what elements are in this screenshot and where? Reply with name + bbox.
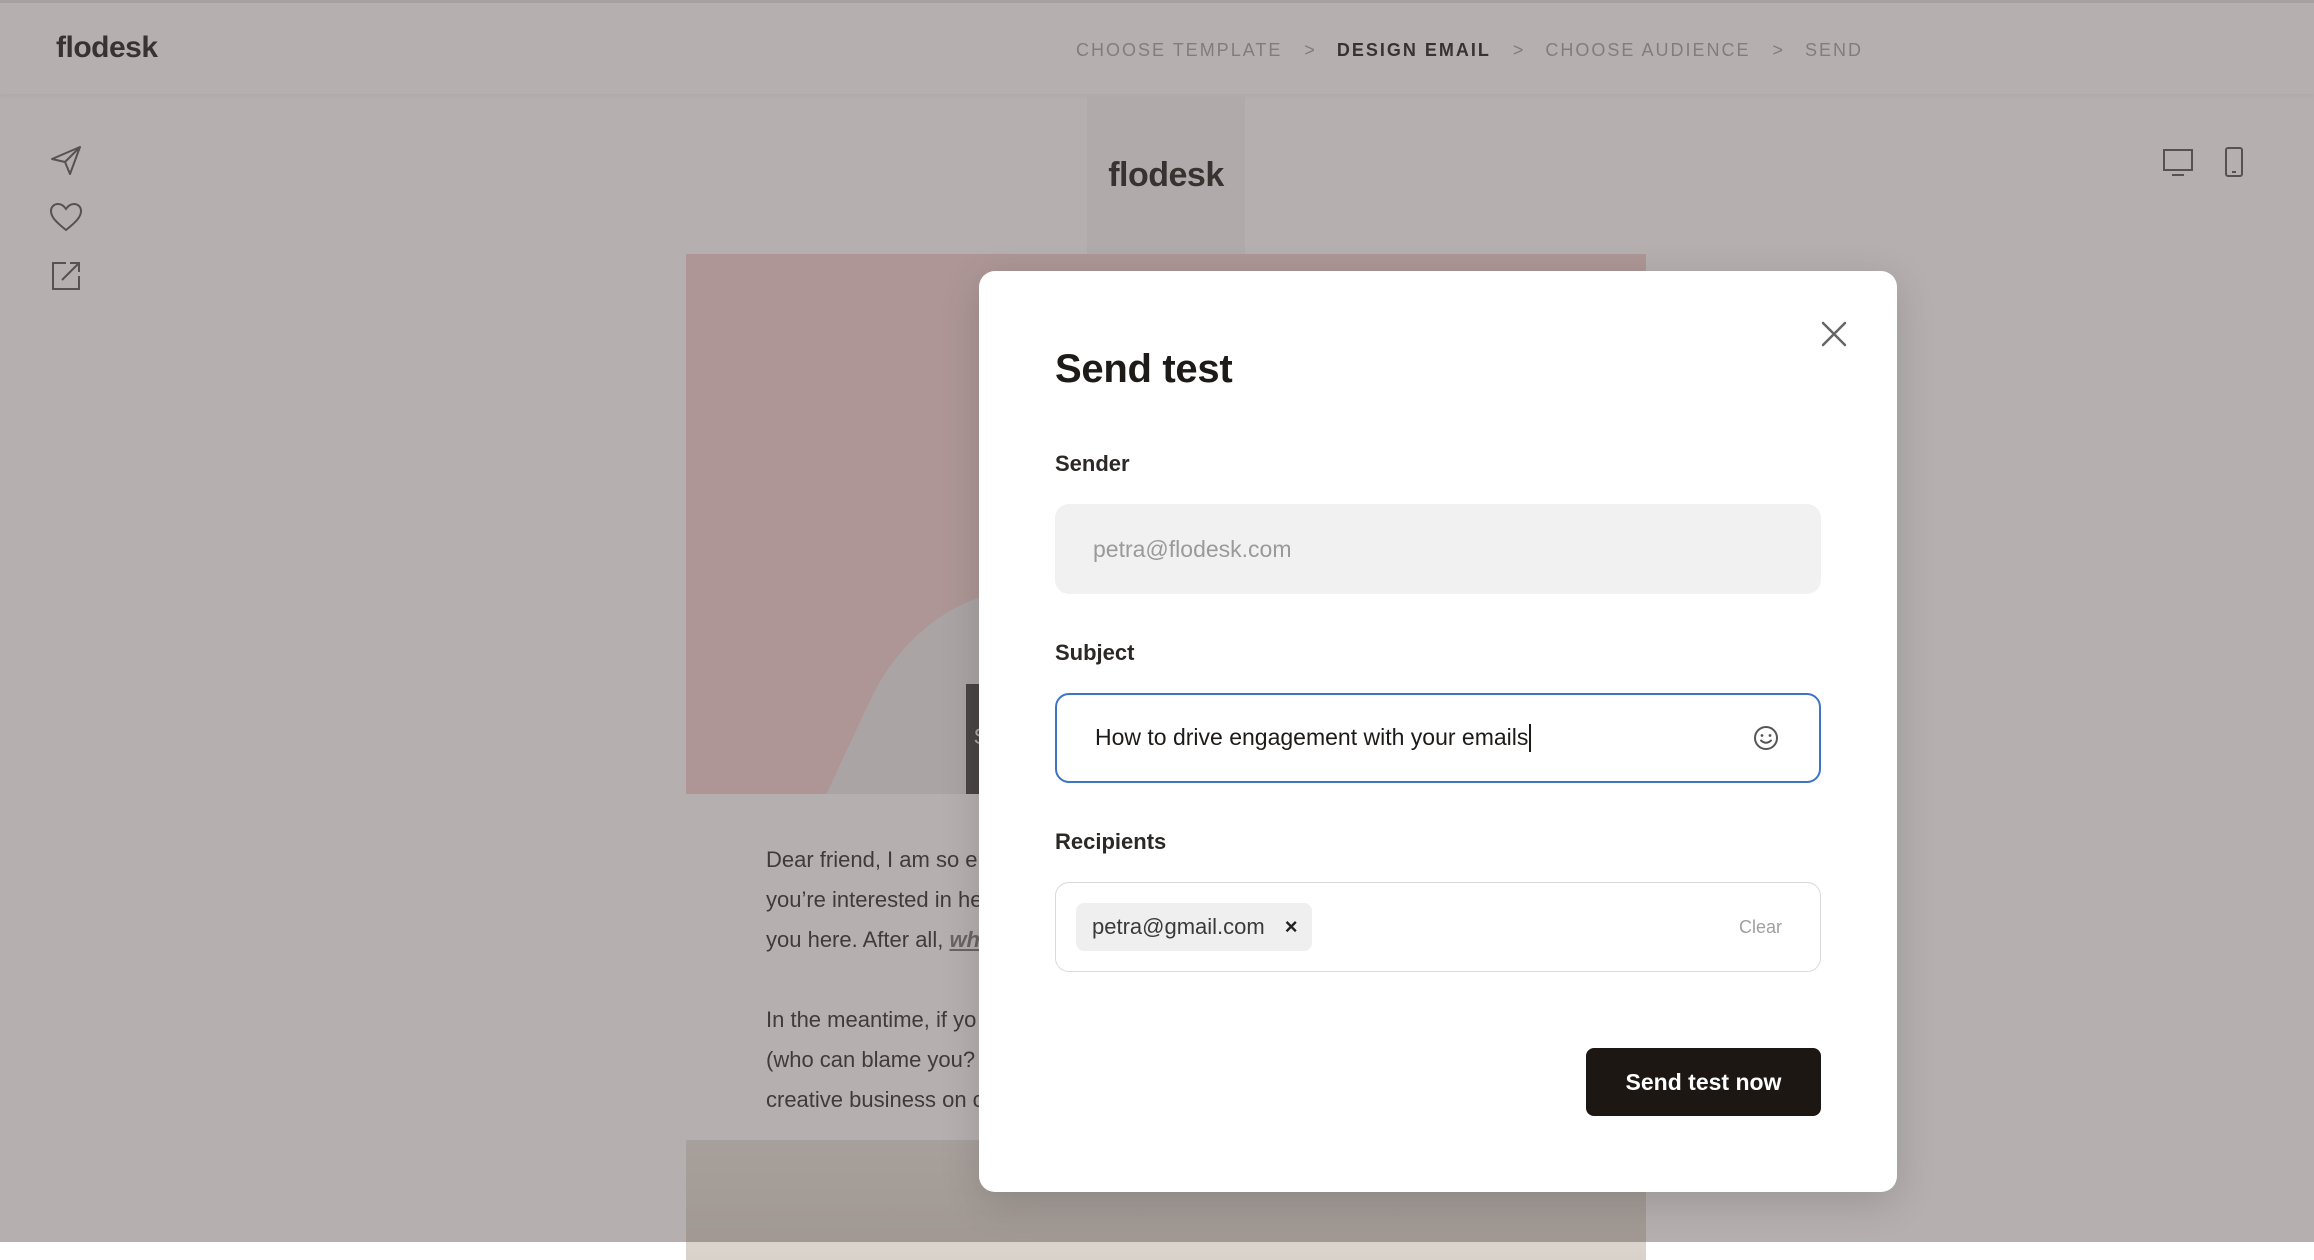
close-icon[interactable] bbox=[1817, 317, 1851, 351]
recipient-chip-label: petra@gmail.com bbox=[1092, 914, 1265, 939]
remove-recipient-icon[interactable]: × bbox=[1285, 914, 1298, 940]
clear-recipients-button[interactable]: Clear bbox=[1739, 917, 1782, 938]
modal-title: Send test bbox=[1055, 347, 1233, 391]
recipients-field[interactable]: petra@gmail.com × Clear bbox=[1055, 882, 1821, 972]
send-test-modal: Send test Sender petra@flodesk.com Subje… bbox=[979, 271, 1897, 1192]
recipients-label: Recipients bbox=[1055, 829, 1167, 854]
subject-label: Subject bbox=[1055, 640, 1135, 665]
subject-text-wrap: How to drive engagement with your emails bbox=[1095, 724, 1751, 753]
recipient-chip: petra@gmail.com × bbox=[1076, 903, 1312, 951]
subject-input[interactable]: How to drive engagement with your emails bbox=[1055, 693, 1821, 783]
sender-label: Sender bbox=[1055, 451, 1130, 476]
send-test-now-button[interactable]: Send test now bbox=[1586, 1048, 1821, 1116]
subject-value: How to drive engagement with your emails bbox=[1095, 723, 1529, 750]
text-caret bbox=[1529, 724, 1532, 753]
sender-field: petra@flodesk.com bbox=[1055, 504, 1821, 594]
sender-value: petra@flodesk.com bbox=[1093, 535, 1292, 562]
emoji-icon[interactable] bbox=[1751, 723, 1781, 753]
